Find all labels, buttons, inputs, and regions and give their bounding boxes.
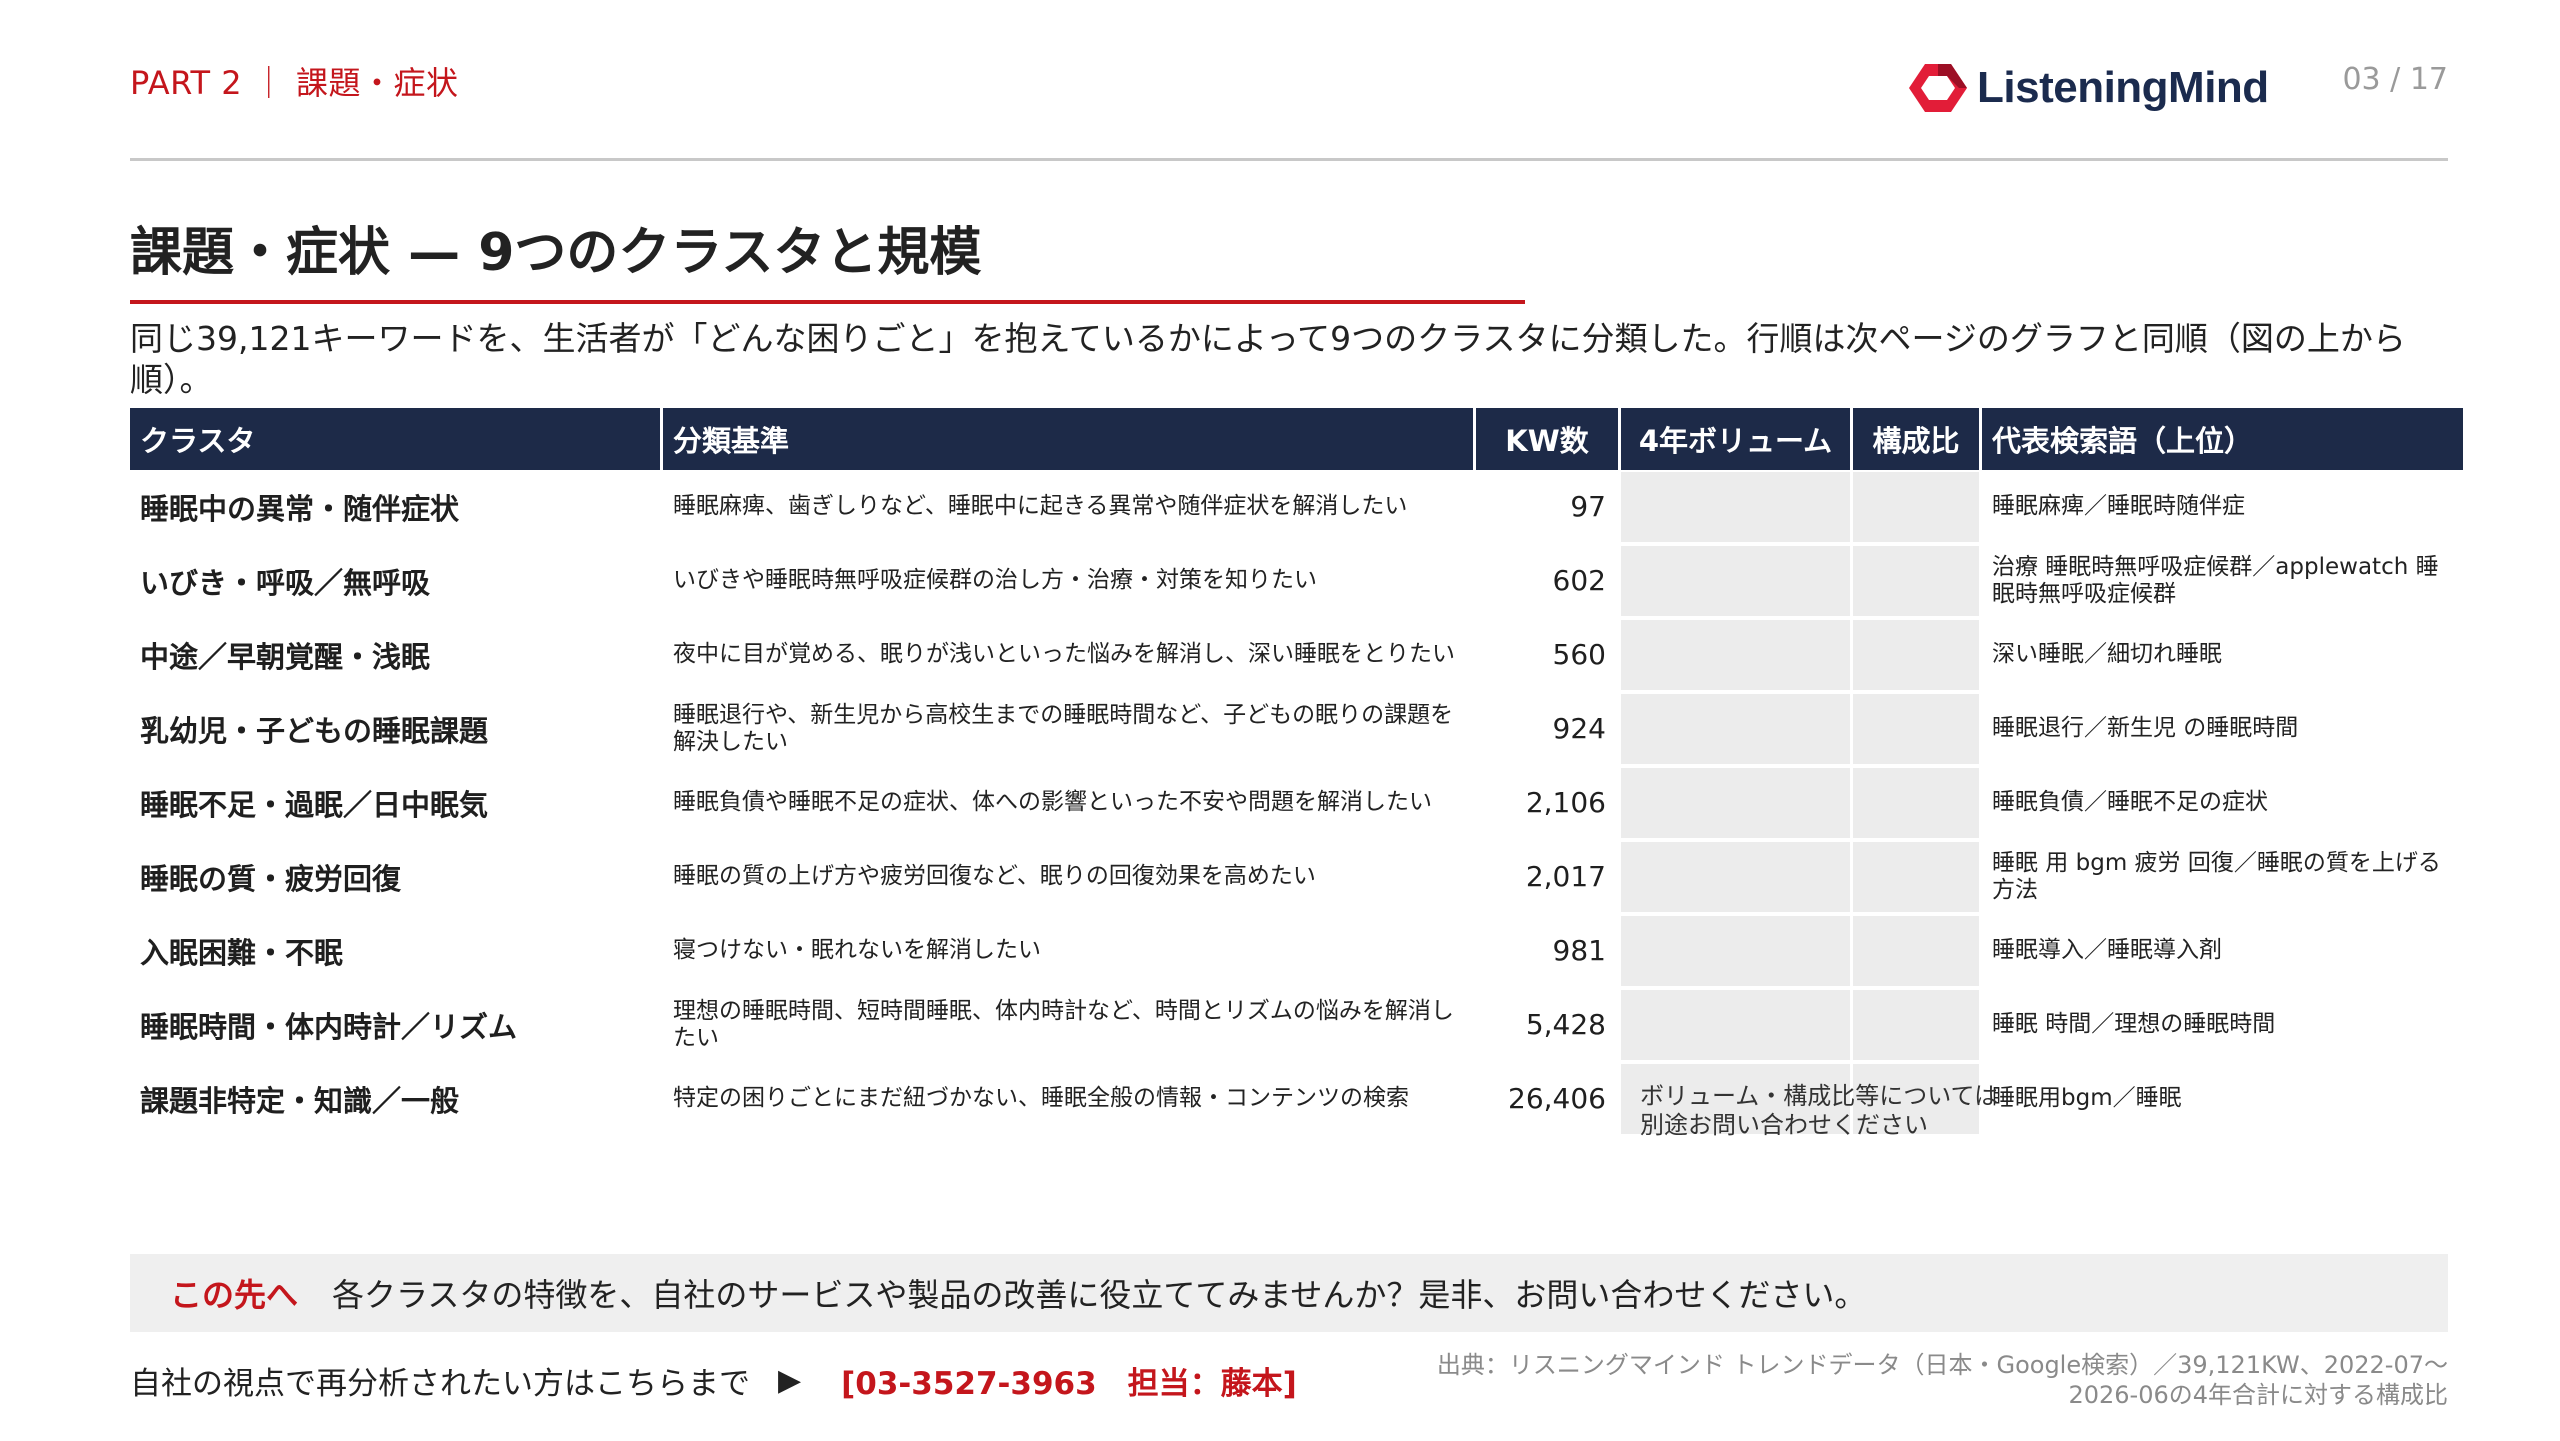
- volume-placeholder: [1621, 766, 1850, 840]
- cluster-name: 睡眠時間・体内時計／リズム: [130, 988, 660, 1062]
- table-row: 中途／早朝覚醒・浅眠 夜中に目が覚める、眠りが浅いといった悩みを解消し、深い睡眠…: [130, 618, 2463, 692]
- col-header-cluster: クラスタ: [130, 408, 660, 470]
- cluster-name: いびき・呼吸／無呼吸: [130, 544, 660, 618]
- cta-text: 各クラスタの特徴を、自社のサービスや製品の改善に役立ててみませんか？是非、お問い…: [332, 1276, 1867, 1314]
- table-row: 睡眠中の異常・随伴症状 睡眠麻痺、歯ぎしりなど、睡眠中に起きる異常や随伴症状を解…: [130, 470, 2463, 544]
- volume-placeholder: [1621, 618, 1850, 692]
- cluster-criteria: 睡眠負債や睡眠不足の症状、体への影響といった不安や問題を解消したい: [663, 766, 1473, 840]
- kw-count: 26,406: [1476, 1062, 1618, 1136]
- top-terms: 深い睡眠／細切れ睡眠: [1982, 618, 2463, 692]
- volume-placeholder: [1621, 914, 1850, 988]
- top-terms: 睡眠用bgm／睡眠: [1982, 1062, 2463, 1136]
- table-row: 課題非特定・知識／一般 特定の困りごとにまだ紐づかない、睡眠全般の情報・コンテン…: [130, 1062, 2463, 1136]
- share-placeholder: [1853, 618, 1979, 692]
- header-divider: [130, 158, 2448, 161]
- kw-count: 97: [1476, 470, 1618, 544]
- col-header-criteria: 分類基準: [663, 408, 1473, 470]
- table-row: 睡眠の質・疲労回復 睡眠の質の上げ方や疲労回復など、眠りの回復効果を高めたい 2…: [130, 840, 2463, 914]
- cluster-criteria: 寝つけない・眠れないを解消したい: [663, 914, 1473, 988]
- share-placeholder: [1853, 692, 1979, 766]
- cluster-criteria: 睡眠退行や、新生児から高校生までの睡眠時間など、子どもの眠りの課題を解決したい: [663, 692, 1473, 766]
- part-label: PART 2 ｜ 課題・症状: [130, 64, 459, 102]
- volume-placeholder: [1621, 692, 1850, 766]
- arrow-right-icon: ▶: [778, 1363, 802, 1398]
- share-placeholder: [1853, 766, 1979, 840]
- top-terms: 睡眠 用 bgm 疲労 回復／睡眠の質を上げる方法: [1982, 840, 2463, 914]
- source-line: 出典：リスニングマインド トレンドデータ（日本・Google検索）／39,121…: [1436, 1351, 2448, 1379]
- table-row: いびき・呼吸／無呼吸 いびきや睡眠時無呼吸症候群の治し方・治療・対策を知りたい …: [130, 544, 2463, 618]
- page-description: 同じ39,121キーワードを、生活者が「どんな困りごと」を抱えているかによって9…: [130, 319, 2406, 399]
- share-placeholder: [1853, 840, 1979, 914]
- cluster-criteria: 理想の睡眠時間、短時間睡眠、体内時計など、時間とリズムの悩みを解消したい: [663, 988, 1473, 1062]
- top-terms: 睡眠導入／睡眠導入剤: [1982, 914, 2463, 988]
- cluster-criteria: 睡眠麻痺、歯ぎしりなど、睡眠中に起きる異常や随伴症状を解消したい: [663, 470, 1473, 544]
- listeningmind-logo: ListeningMind: [1905, 60, 2269, 116]
- table-header-row: クラスタ 分類基準 KW数 4年ボリューム 構成比 代表検索語（上位）: [130, 408, 2463, 470]
- kw-count: 2,106: [1476, 766, 1618, 840]
- top-terms: 治療 睡眠時無呼吸症候群／applewatch 睡眠時無呼吸症候群: [1982, 544, 2463, 618]
- cluster-criteria: いびきや睡眠時無呼吸症候群の治し方・治療・対策を知りたい: [663, 544, 1473, 618]
- volume-placeholder: [1621, 470, 1850, 544]
- cluster-criteria: 夜中に目が覚める、眠りが浅いといった悩みを解消し、深い睡眠をとりたい: [663, 618, 1473, 692]
- col-header-kw: KW数: [1476, 408, 1618, 470]
- page-title: 課題・症状 — 9つのクラスタと規模: [130, 223, 982, 283]
- volume-placeholder: [1621, 988, 1850, 1062]
- cluster-criteria: 特定の困りごとにまだ紐づかない、睡眠全般の情報・コンテンツの検索: [663, 1062, 1473, 1136]
- kw-count: 924: [1476, 692, 1618, 766]
- cluster-name: 中途／早朝覚醒・浅眠: [130, 618, 660, 692]
- page-number: 03 / 17: [2342, 62, 2448, 97]
- share-placeholder: [1853, 914, 1979, 988]
- cta-banner: この先へ 各クラスタの特徴を、自社のサービスや製品の改善に役立ててみませんか？是…: [130, 1254, 2448, 1332]
- title-underline: [130, 300, 1525, 304]
- cluster-name: 睡眠の質・疲労回復: [130, 840, 660, 914]
- volume-note-line: 別途お問い合わせください: [1640, 1111, 1928, 1139]
- table-row: 入眠困難・不眠 寝つけない・眠れないを解消したい 981 睡眠導入／睡眠導入剤: [130, 914, 2463, 988]
- col-header-terms: 代表検索語（上位）: [1982, 408, 2463, 470]
- cta-label: この先へ: [170, 1276, 299, 1314]
- col-header-volume: 4年ボリューム: [1621, 408, 1850, 470]
- table-row: 乳幼児・子どもの睡眠課題 睡眠退行や、新生児から高校生までの睡眠時間など、子ども…: [130, 692, 2463, 766]
- logo-text: ListeningMind: [1977, 63, 2269, 112]
- kw-count: 2,017: [1476, 840, 1618, 914]
- share-placeholder: [1853, 470, 1979, 544]
- top-terms: 睡眠麻痺／睡眠時随伴症: [1982, 470, 2463, 544]
- logo-mark-icon: [1909, 64, 1967, 112]
- kw-count: 5,428: [1476, 988, 1618, 1062]
- table-row: 睡眠不足・過眠／日中眠気 睡眠負債や睡眠不足の症状、体への影響といった不安や問題…: [130, 766, 2463, 840]
- cluster-table: クラスタ 分類基準 KW数 4年ボリューム 構成比 代表検索語（上位） 睡眠中の…: [127, 408, 2466, 1136]
- kw-count: 981: [1476, 914, 1618, 988]
- kw-count: 602: [1476, 544, 1618, 618]
- contact-line: 自社の視点で再分析されたい方はこちらまで ▶ [03-3527-3963 担当：…: [130, 1358, 1297, 1403]
- top-terms: 睡眠退行／新生児 の睡眠時間: [1982, 692, 2463, 766]
- cluster-name: 睡眠不足・過眠／日中眠気: [130, 766, 660, 840]
- volume-note-line: ボリューム・構成比等については: [1640, 1082, 1999, 1110]
- contact-text: 自社の視点で再分析されたい方はこちらまで: [130, 1366, 750, 1402]
- kw-count: 560: [1476, 618, 1618, 692]
- share-placeholder: [1853, 988, 1979, 1062]
- cluster-name: 乳幼児・子どもの睡眠課題: [130, 692, 660, 766]
- cluster-name: 課題非特定・知識／一般: [130, 1062, 660, 1136]
- source-line: 2026-06の4年合計に対する構成比: [2068, 1381, 2448, 1409]
- contact-info[interactable]: [03-3527-3963 担当：藤本]: [841, 1358, 1297, 1403]
- cluster-name: 睡眠中の異常・随伴症状: [130, 470, 660, 544]
- top-terms: 睡眠 時間／理想の睡眠時間: [1982, 988, 2463, 1062]
- volume-placeholder: [1621, 544, 1850, 618]
- share-placeholder: [1853, 544, 1979, 618]
- volume-placeholder: [1621, 840, 1850, 914]
- volume-note: ボリューム・構成比等については 別途お問い合わせください: [1640, 1082, 1998, 1140]
- cluster-criteria: 睡眠の質の上げ方や疲労回復など、眠りの回復効果を高めたい: [663, 840, 1473, 914]
- source-note: 出典：リスニングマインド トレンドデータ（日本・Google検索）／39,121…: [1248, 1350, 2448, 1410]
- top-terms: 睡眠負債／睡眠不足の症状: [1982, 766, 2463, 840]
- table-row: 睡眠時間・体内時計／リズム 理想の睡眠時間、短時間睡眠、体内時計など、時間とリズ…: [130, 988, 2463, 1062]
- col-header-share: 構成比: [1853, 408, 1979, 470]
- cluster-name: 入眠困難・不眠: [130, 914, 660, 988]
